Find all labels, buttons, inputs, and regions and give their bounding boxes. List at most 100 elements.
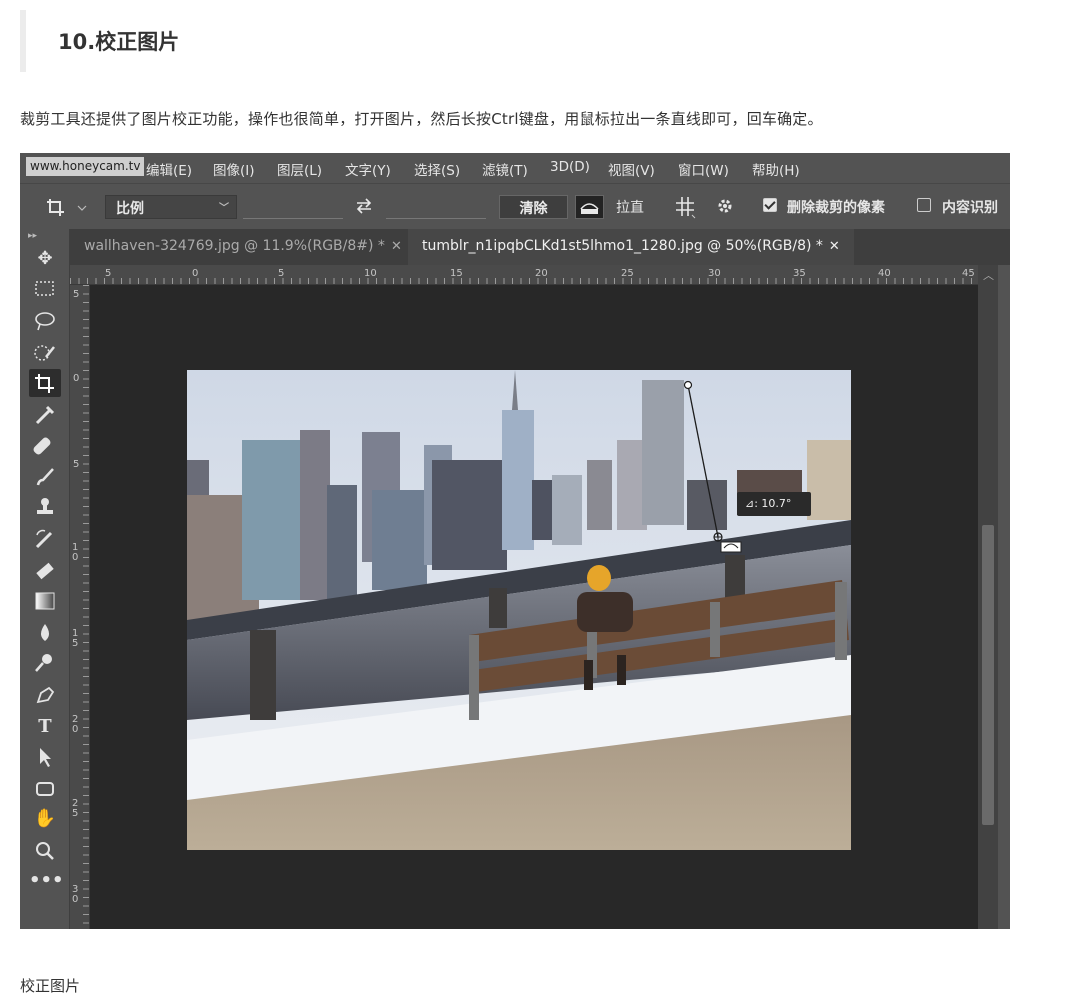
menu-edit[interactable]: 编辑(E) xyxy=(146,159,192,179)
ratio-select[interactable]: 比例 ﹀ xyxy=(105,195,237,219)
ruler-label: 30 xyxy=(708,268,721,279)
straighten-button[interactable] xyxy=(575,195,604,219)
path-select-shape xyxy=(40,748,51,767)
lasso-icon[interactable] xyxy=(29,307,61,335)
content-aware-label: 内容识别 xyxy=(942,200,998,216)
more-icon[interactable]: ••• xyxy=(29,867,64,895)
tab-label: tumblr_n1ipqbCLKd1st5lhmo1_1280.jpg @ 50… xyxy=(422,238,823,254)
blur-shape xyxy=(41,624,49,641)
eraser-shape xyxy=(36,562,54,580)
crop-tool[interactable] xyxy=(29,369,61,397)
clear-button[interactable]: 清除 xyxy=(499,195,568,219)
close-icon[interactable]: ✕ xyxy=(391,239,402,254)
menu-3d[interactable]: 3D(D) xyxy=(550,159,590,175)
options-bar: 比例 ﹀ 清除 拉直 删除裁剪的像素 内容识别 xyxy=(20,183,1010,229)
menu-help[interactable]: 帮助(H) xyxy=(752,159,800,179)
healing-shape xyxy=(33,437,51,455)
pen-icon[interactable] xyxy=(29,681,61,709)
menu-select[interactable]: 选择(S) xyxy=(414,159,460,179)
ruler-label: 45 xyxy=(962,268,975,279)
right-panel-edge xyxy=(998,265,1010,929)
history-brush-shape xyxy=(35,529,53,549)
move-icon[interactable]: ✥ xyxy=(29,245,61,273)
collapse-icon[interactable]: ▸▸ xyxy=(28,231,37,241)
tools-panel: ▸▸ ✥ T ✋ ••• xyxy=(20,229,70,929)
ruler-label: 35 xyxy=(793,268,806,279)
heading-accent-bar xyxy=(20,10,26,72)
blur-icon[interactable] xyxy=(29,619,61,647)
menu-filter[interactable]: 滤镜(T) xyxy=(482,159,528,179)
ruler-label: 25 xyxy=(621,268,634,279)
straighten-line[interactable] xyxy=(187,370,851,850)
ruler-label: 5 xyxy=(73,289,80,300)
magnifier-shape xyxy=(36,842,54,860)
stamp-shape xyxy=(37,498,53,514)
ruler-left-ticks xyxy=(83,285,89,929)
marquee-shape xyxy=(35,281,54,296)
quick-select-shape xyxy=(34,345,55,361)
tab-label: wallhaven-324769.jpg @ 11.9%(RGB/8#) * xyxy=(84,238,385,254)
tab-tumblr[interactable]: tumblr_n1ipqbCLKd1st5lhmo1_1280.jpg @ 50… xyxy=(408,229,854,265)
ruler-label: 25 xyxy=(72,798,79,819)
document-canvas[interactable] xyxy=(90,285,978,929)
eyedropper-icon[interactable] xyxy=(29,401,61,429)
ruler-label: 20 xyxy=(72,714,79,735)
menu-layer[interactable]: 图层(L) xyxy=(277,159,322,179)
straighten-label: 拉直 xyxy=(616,200,644,216)
chevron-up-icon[interactable]: ︿ xyxy=(983,267,994,283)
width-field[interactable] xyxy=(243,218,343,219)
shape-icon[interactable] xyxy=(29,775,61,803)
angle-tooltip: ⊿: 10.7° xyxy=(737,492,811,516)
history-brush-icon[interactable] xyxy=(29,525,61,553)
swap-icon[interactable] xyxy=(354,197,374,215)
ruler-label: 0 xyxy=(73,373,80,384)
gear-icon[interactable] xyxy=(714,195,740,219)
crop-preset-picker[interactable] xyxy=(44,194,90,220)
ruler-label: 40 xyxy=(878,268,891,279)
menu-type[interactable]: 文字(Y) xyxy=(345,159,391,179)
watermark: www.honeycam.tv xyxy=(26,157,145,176)
gradient-icon[interactable] xyxy=(29,587,61,615)
ruler-top-ticks xyxy=(70,278,998,284)
section-heading: 10.校正图片 xyxy=(58,30,180,54)
height-field[interactable] xyxy=(386,218,486,219)
hand-icon[interactable]: ✋ xyxy=(29,805,61,833)
ruler-label: 15 xyxy=(72,628,79,649)
crop-icon xyxy=(35,374,54,393)
content-aware-checkbox[interactable] xyxy=(917,198,931,212)
ruler-label: 10 xyxy=(364,268,377,279)
pen-shape xyxy=(36,686,55,704)
photoshop-window: 编辑(E) 图像(I) 图层(L) 文字(Y) 选择(S) 滤镜(T) 3D(D… xyxy=(20,153,1010,929)
ruler-label: 30 xyxy=(72,884,79,905)
ruler-label: 15 xyxy=(450,268,463,279)
path-select-icon[interactable] xyxy=(29,743,61,771)
healing-icon[interactable] xyxy=(29,431,61,459)
scrollbar-thumb[interactable] xyxy=(982,525,994,825)
grid-overlay-icon[interactable] xyxy=(673,195,699,219)
menu-bar: 编辑(E) 图像(I) 图层(L) 文字(Y) 选择(S) 滤镜(T) 3D(D… xyxy=(20,153,1010,183)
level-icon xyxy=(580,203,599,214)
dodge-icon[interactable] xyxy=(29,649,61,677)
vertical-scrollbar[interactable]: ︿ xyxy=(978,265,998,929)
menu-image[interactable]: 图像(I) xyxy=(213,159,255,179)
marquee-icon[interactable] xyxy=(29,275,61,303)
lasso-shape xyxy=(35,312,55,331)
dodge-shape xyxy=(35,654,52,672)
quick-select-icon[interactable] xyxy=(29,339,61,367)
delete-cropped-checkbox[interactable] xyxy=(763,198,777,212)
brush-icon[interactable] xyxy=(29,463,61,491)
document-tabs: wallhaven-324769.jpg @ 11.9%(RGB/8#) * ✕ … xyxy=(70,229,1010,265)
tab-wallhaven[interactable]: wallhaven-324769.jpg @ 11.9%(RGB/8#) * ✕ xyxy=(70,229,416,265)
type-icon[interactable]: T xyxy=(29,713,61,741)
rounded-rect-shape xyxy=(36,782,54,796)
eraser-icon[interactable] xyxy=(29,557,61,585)
menu-view[interactable]: 视图(V) xyxy=(608,159,655,179)
ruler-label: 5 xyxy=(73,459,80,470)
zoom-icon[interactable] xyxy=(29,837,61,865)
menu-window[interactable]: 窗口(W) xyxy=(678,159,729,179)
stamp-icon[interactable] xyxy=(29,493,61,521)
ruler-left: 5 0 5 10 15 20 25 30 xyxy=(70,285,90,929)
crop-icon xyxy=(47,199,87,216)
photo-city-bench[interactable] xyxy=(187,370,851,850)
close-icon[interactable]: ✕ xyxy=(829,239,840,254)
